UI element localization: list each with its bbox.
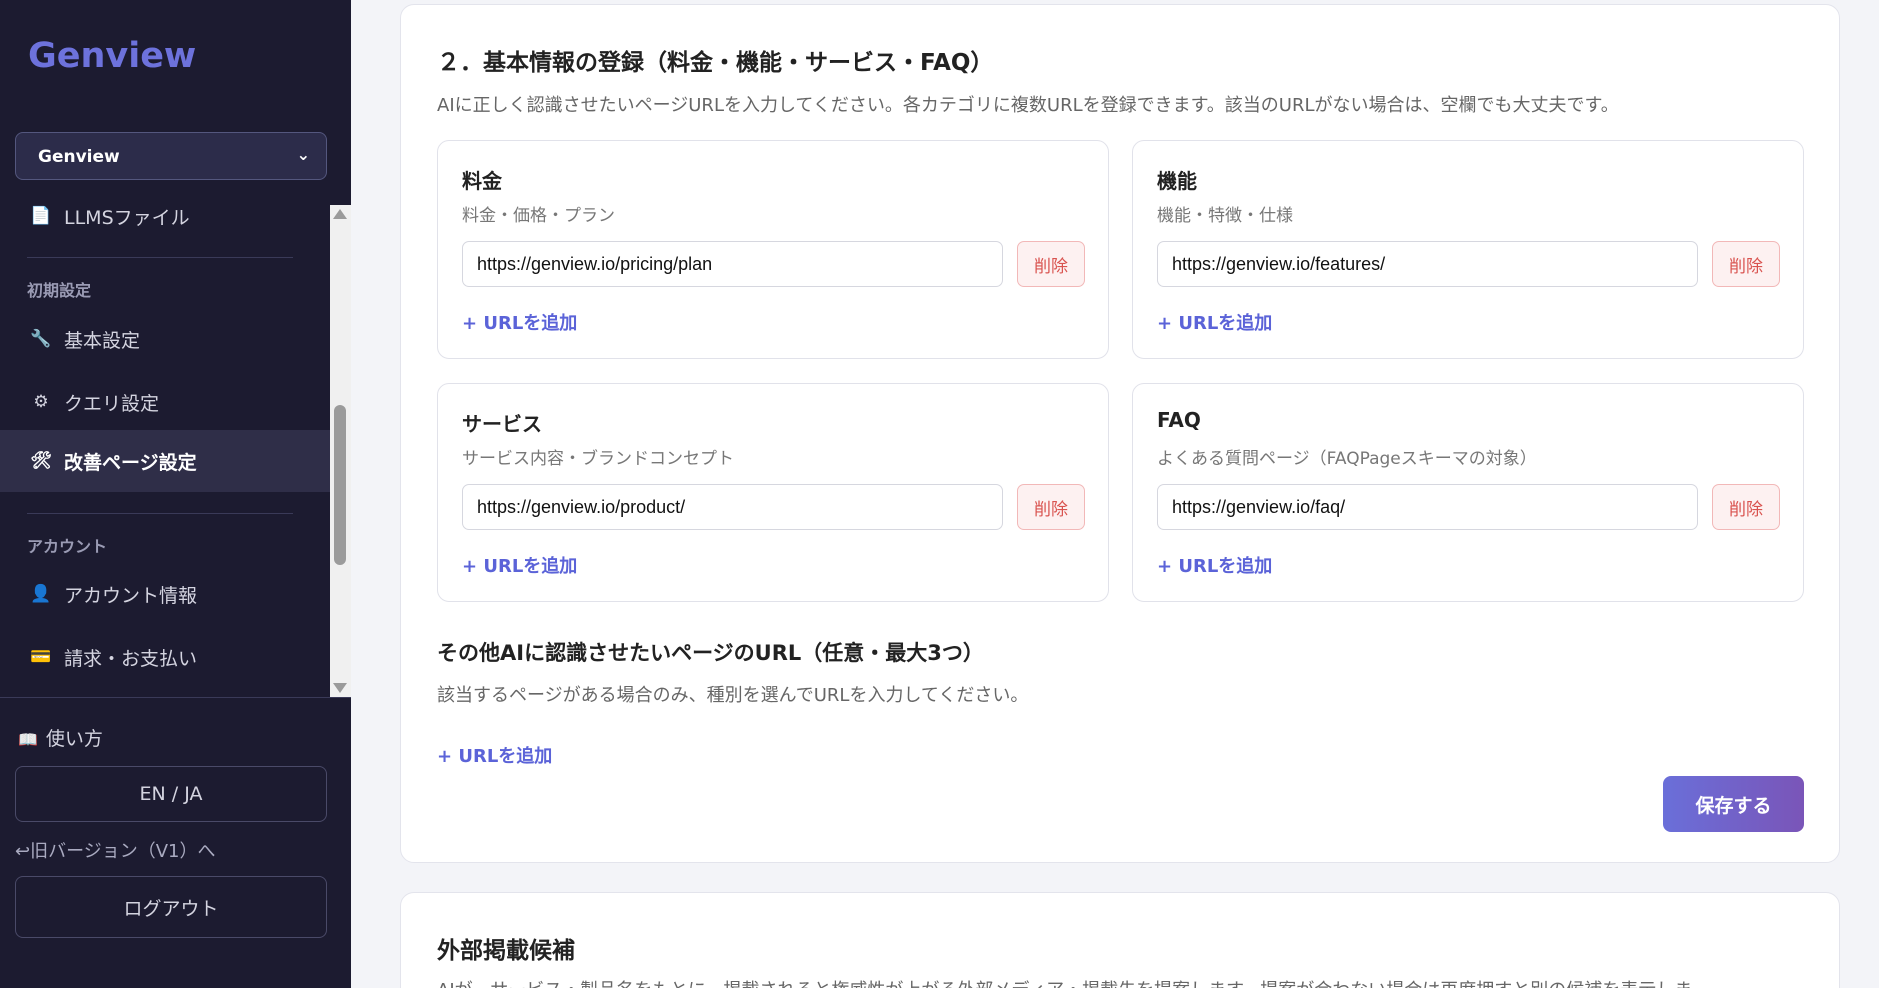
user-icon: 👤	[30, 584, 52, 604]
service-url-input[interactable]	[462, 484, 1003, 530]
plus-icon: +	[462, 313, 484, 334]
scroll-up-icon[interactable]	[333, 209, 347, 219]
document-icon: 📄	[30, 206, 52, 226]
category-title: FAQ	[1157, 408, 1201, 432]
credit-card-icon: 💳	[30, 647, 52, 667]
plus-icon: +	[437, 746, 459, 767]
add-url-button[interactable]: + URLを追加	[1157, 309, 1272, 335]
language-toggle-button[interactable]: EN / JA	[15, 766, 327, 822]
sidebar-item-label: 基本設定	[64, 329, 141, 352]
category-subtitle: 機能・特徴・仕様	[1157, 206, 1293, 226]
category-title: サービス	[462, 412, 542, 436]
wrench-icon: 🔧	[30, 329, 52, 349]
howto-label: 使い方	[45, 728, 103, 750]
plus-icon: +	[1157, 556, 1179, 577]
plus-icon: +	[1157, 313, 1179, 334]
sidebar-item-label: 請求・お支払い	[64, 647, 198, 670]
add-url-label: URLを追加	[1178, 313, 1273, 334]
category-faq: FAQ よくある質問ページ（FAQPageスキーマの対象） 削除 + URLを追…	[1132, 383, 1804, 602]
sidebar-item-label: LLMSファイル	[64, 206, 190, 229]
add-url-label: URLを追加	[483, 313, 578, 334]
section-account: アカウント	[27, 537, 108, 556]
basic-info-card: ２．基本情報の登録（料金・機能・サービス・FAQ） AIに正しく認識させたいペー…	[400, 4, 1840, 863]
other-urls-title: その他AIに認識させたいページのURL（任意・最大3つ）	[437, 641, 984, 665]
add-other-url-button[interactable]: + URLを追加	[437, 742, 552, 768]
plus-icon: +	[462, 556, 484, 577]
add-url-label: URLを追加	[458, 746, 553, 767]
add-url-label: URLを追加	[483, 556, 578, 577]
add-url-button[interactable]: + URLを追加	[462, 552, 577, 578]
category-title: 機能	[1157, 169, 1197, 193]
category-subtitle: 料金・価格・プラン	[462, 206, 615, 226]
divider	[0, 697, 351, 698]
sidebar-item-improve[interactable]: 🛠 改善ページ設定	[0, 430, 330, 492]
sidebar: Genview Genview ⌄ 📄 LLMSファイル 初期設定 🔧 基本設定…	[0, 0, 351, 988]
category-pricing: 料金 料金・価格・プラン 削除 + URLを追加	[437, 140, 1109, 359]
sidebar-item-query[interactable]: ⚙ クエリ設定	[0, 371, 330, 433]
sidebar-scrollbar[interactable]	[330, 205, 351, 697]
sidebar-item-label: 改善ページ設定	[64, 451, 197, 474]
workspace-select[interactable]: Genview ⌄	[15, 132, 327, 180]
sidebar-item-billing[interactable]: 💳 請求・お支払い	[0, 626, 330, 688]
chevron-down-icon: ⌄	[296, 145, 310, 164]
tools-icon: 🛠	[30, 451, 52, 471]
gear-icon: ⚙	[33, 392, 49, 412]
howto-link[interactable]: 📖 使い方	[18, 724, 103, 751]
delete-button[interactable]: 削除	[1017, 241, 1085, 287]
features-url-input[interactable]	[1157, 241, 1698, 287]
book-icon: 📖	[18, 730, 38, 749]
pricing-url-input[interactable]	[462, 241, 1003, 287]
scroll-down-icon[interactable]	[333, 683, 347, 693]
divider	[27, 257, 293, 258]
delete-button[interactable]: 削除	[1712, 241, 1780, 287]
other-urls-description: 該当するページがある場合のみ、種別を選んでURLを入力してください。	[437, 685, 1029, 706]
divider	[27, 513, 293, 514]
external-listing-card: 外部掲載候補 AIが、サービス・製品名をもとに、掲載されると権威性が上がる外部メ…	[400, 892, 1840, 988]
save-button[interactable]: 保存する	[1663, 776, 1804, 832]
logout-button[interactable]: ログアウト	[15, 876, 327, 938]
add-url-button[interactable]: + URLを追加	[1157, 552, 1272, 578]
faq-url-input[interactable]	[1157, 484, 1698, 530]
category-title: 料金	[462, 169, 502, 193]
delete-button[interactable]: 削除	[1712, 484, 1780, 530]
section-title: ２．基本情報の登録（料金・機能・サービス・FAQ）	[437, 50, 994, 76]
category-service: サービス サービス内容・ブランドコンセプト 削除 + URLを追加	[437, 383, 1109, 602]
section-description: AIに正しく認識させたいページURLを入力してください。各カテゴリに複数URLを…	[437, 95, 1619, 116]
category-subtitle: サービス内容・ブランドコンセプト	[462, 449, 734, 469]
external-title: 外部掲載候補	[437, 938, 575, 964]
brand-logo[interactable]: Genview	[28, 36, 196, 76]
section-initial: 初期設定	[27, 281, 92, 300]
external-description: AIが、サービス・製品名をもとに、掲載されると権威性が上がる外部メディア・掲載先…	[437, 976, 1692, 988]
category-features: 機能 機能・特徴・仕様 削除 + URLを追加	[1132, 140, 1804, 359]
category-subtitle: よくある質問ページ（FAQPageスキーマの対象）	[1157, 449, 1537, 469]
add-url-label: URLを追加	[1178, 556, 1273, 577]
sidebar-item-account[interactable]: 👤 アカウント情報	[0, 563, 330, 625]
sidebar-item-basic[interactable]: 🔧 基本設定	[0, 308, 330, 370]
old-version-link[interactable]: ↩旧バージョン（V1）へ	[15, 837, 216, 863]
sidebar-item-label: アカウント情報	[64, 584, 198, 607]
sidebar-item-llms[interactable]: 📄 LLMSファイル	[0, 205, 330, 247]
sidebar-nav: 📄 LLMSファイル 初期設定 🔧 基本設定 ⚙ クエリ設定 🛠 改善ページ設定…	[0, 205, 351, 697]
sidebar-item-label: クエリ設定	[64, 392, 160, 415]
add-url-button[interactable]: + URLを追加	[462, 309, 577, 335]
workspace-label: Genview	[38, 147, 120, 167]
delete-button[interactable]: 削除	[1017, 484, 1085, 530]
scroll-thumb[interactable]	[334, 405, 346, 565]
